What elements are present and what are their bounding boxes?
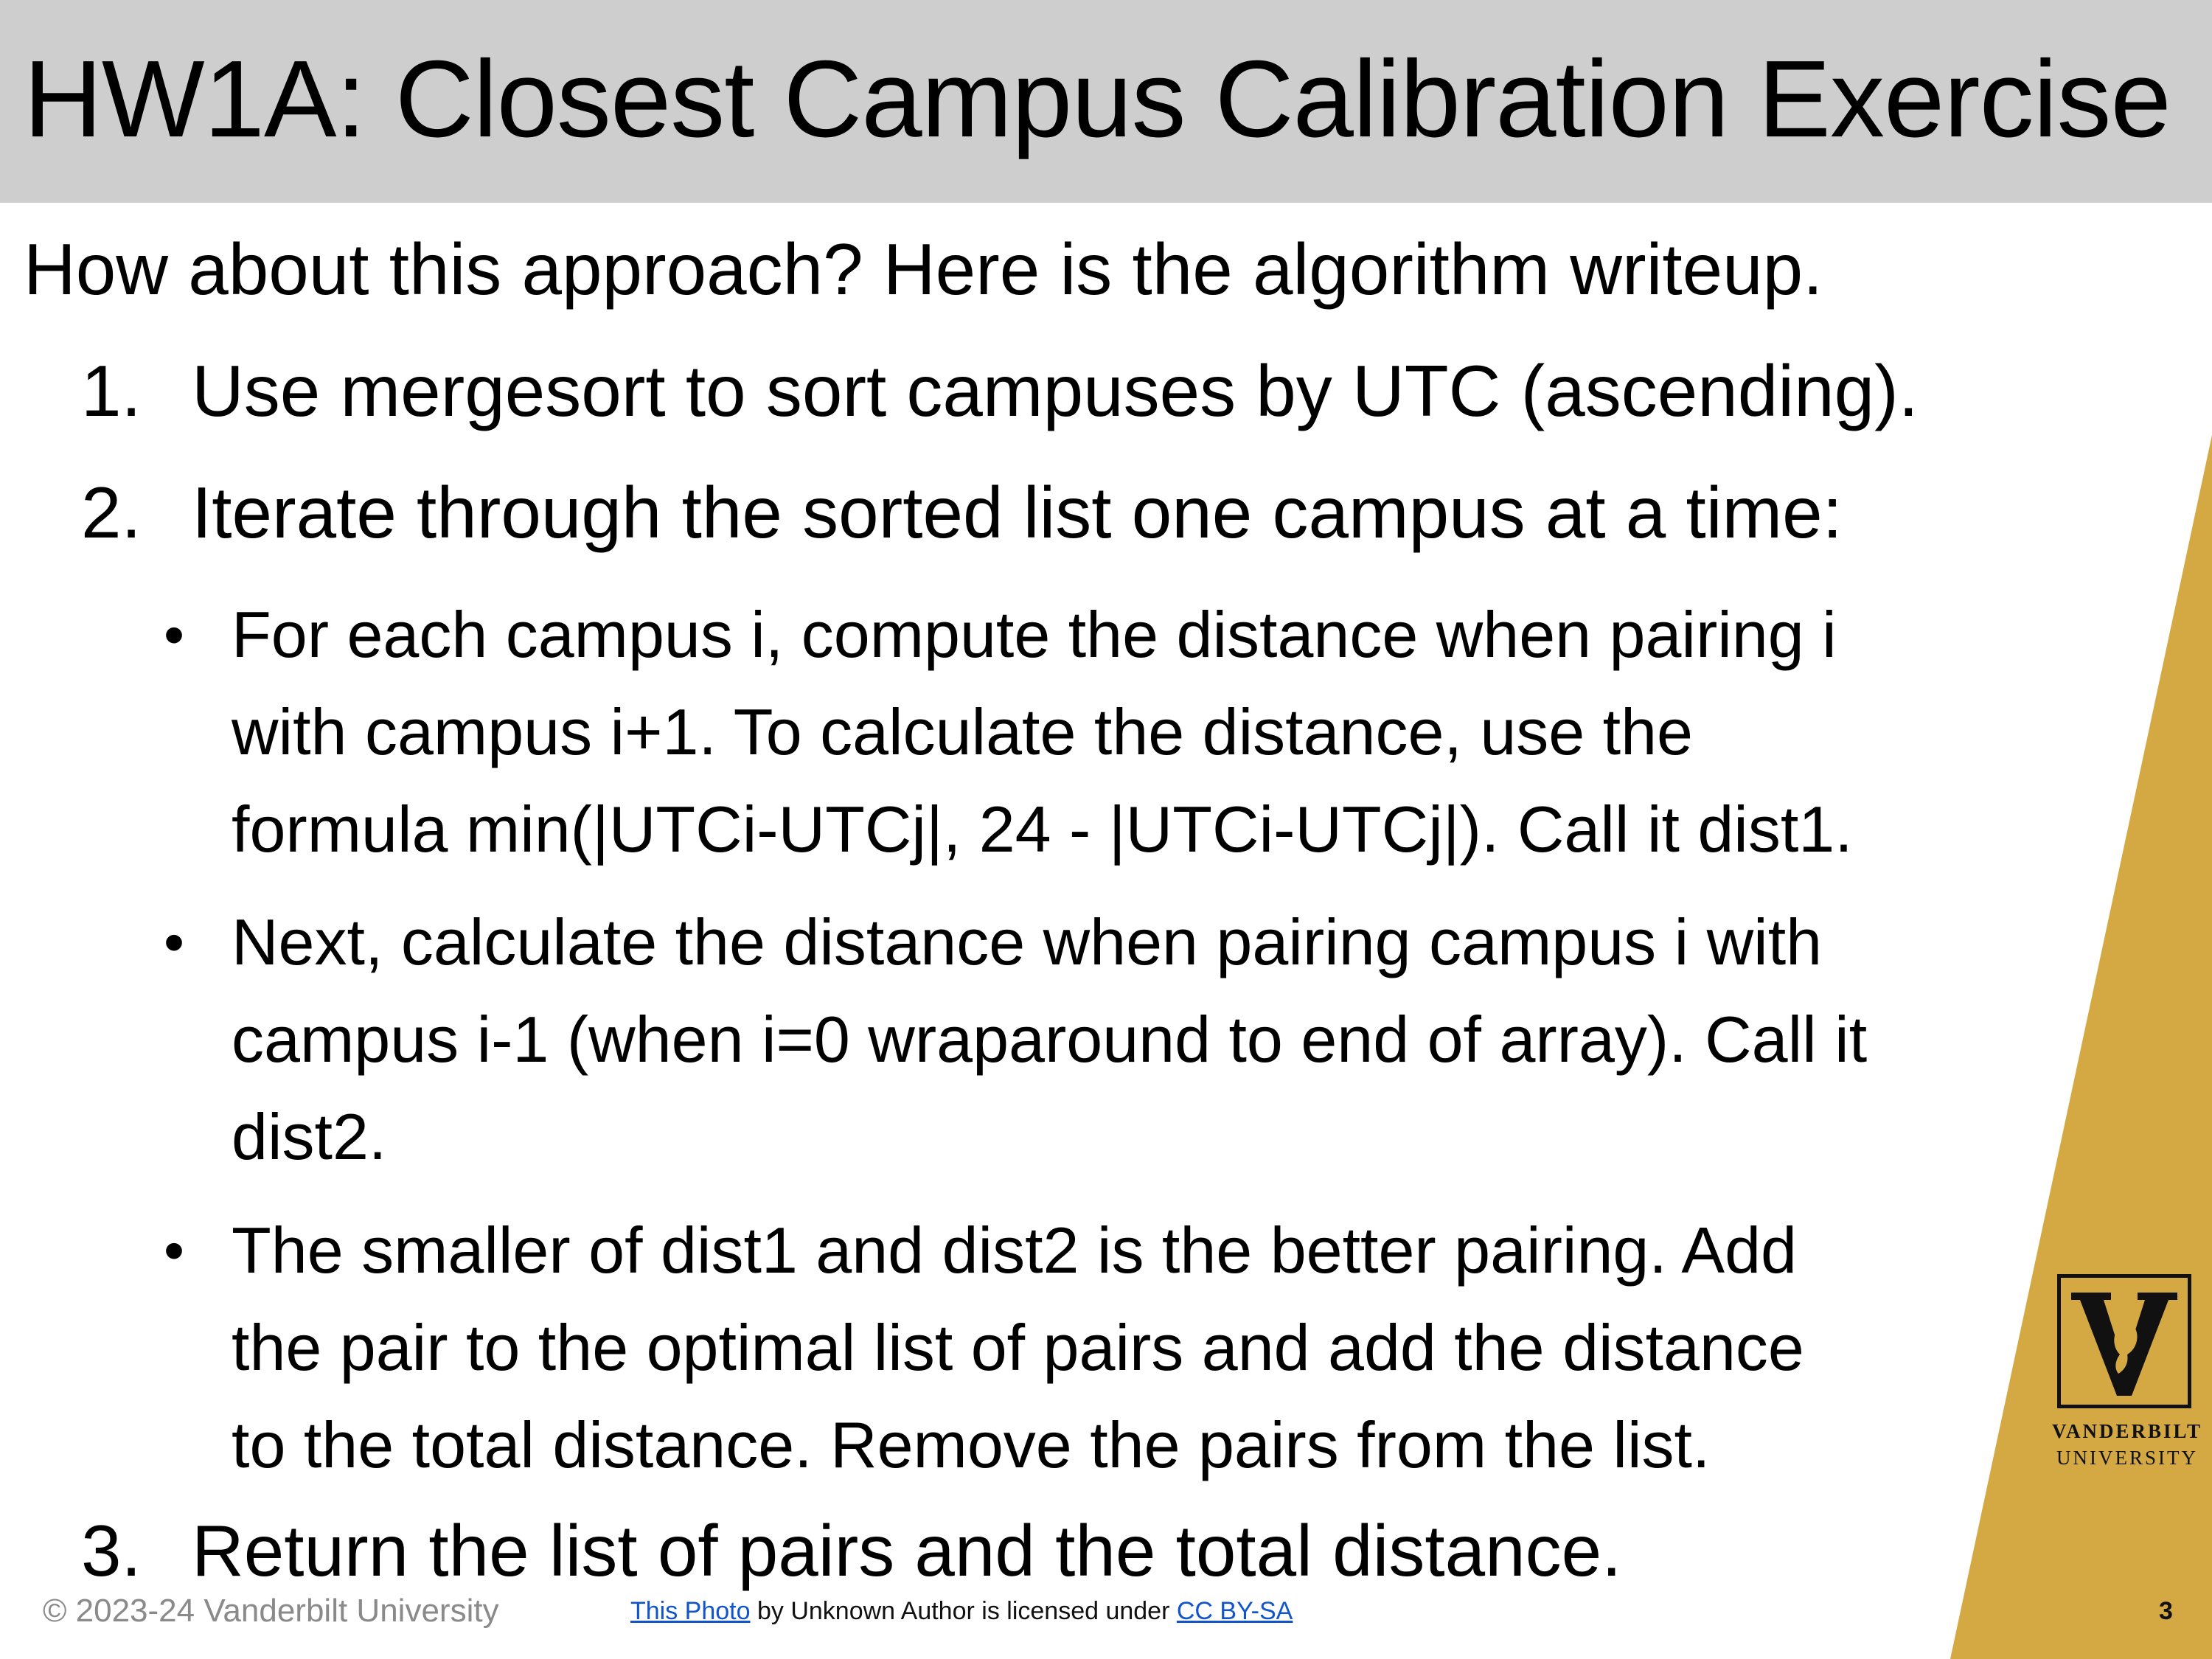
bullet-line: the pair to the optimal list of pairs an… — [232, 1311, 1804, 1384]
slide-body: How about this approach? Here is the alg… — [0, 0, 2212, 1659]
intro-text: How about this approach? Here is the alg… — [24, 229, 1823, 310]
bullet-line: The smaller of dist1 and dist2 is the be… — [232, 1214, 1797, 1287]
bullet-dot: • — [164, 602, 185, 667]
step-number: 1. — [81, 350, 142, 431]
bullet-dot: • — [164, 1217, 185, 1283]
step-text: Iterate through the sorted list one camp… — [192, 472, 1843, 553]
step-number: 2. — [81, 472, 142, 553]
footer-photo-credit: This Photo by Unknown Author is licensed… — [630, 1597, 1293, 1626]
step-number: 3. — [81, 1510, 142, 1591]
bullet-line: with campus i+1. To calculate the distan… — [232, 695, 1693, 768]
bullet-text: Next, calculate the distance when pairin… — [232, 894, 2119, 1186]
license-link[interactable]: CC BY-SA — [1177, 1597, 1293, 1625]
vanderbilt-logo-icon — [2057, 1274, 2191, 1408]
photo-link[interactable]: This Photo — [630, 1597, 751, 1625]
bullet-line: to the total distance. Remove the pairs … — [232, 1408, 1711, 1481]
bullet-line: campus i-1 (when i=0 wraparound to end o… — [232, 1003, 1868, 1076]
page-number: 3 — [2159, 1597, 2173, 1625]
bullet-text: The smaller of dist1 and dist2 is the be… — [232, 1202, 2119, 1494]
step-text: Use mergesort to sort campuses by UTC (a… — [192, 350, 1919, 431]
logo-text-vanderbilt: VANDERBILT — [2051, 1420, 2203, 1442]
footer-copyright: © 2023-24 Vanderbilt University — [43, 1593, 499, 1629]
credit-text: by Unknown Author is licensed under — [750, 1597, 1177, 1625]
bullet-dot: • — [164, 909, 185, 975]
logo-text-university: UNIVERSITY — [2056, 1447, 2198, 1469]
bullet-line: formula min(|UTCi-UTCj|, 24 - |UTCi-UTCj… — [232, 793, 1853, 866]
bullet-text: For each campus i, compute the distance … — [232, 586, 2119, 878]
step-text: Return the list of pairs and the total d… — [192, 1510, 1622, 1591]
bullet-line: dist2. — [232, 1100, 387, 1173]
bullet-line: Next, calculate the distance when pairin… — [232, 905, 1823, 978]
bullet-line: For each campus i, compute the distance … — [232, 598, 1837, 671]
